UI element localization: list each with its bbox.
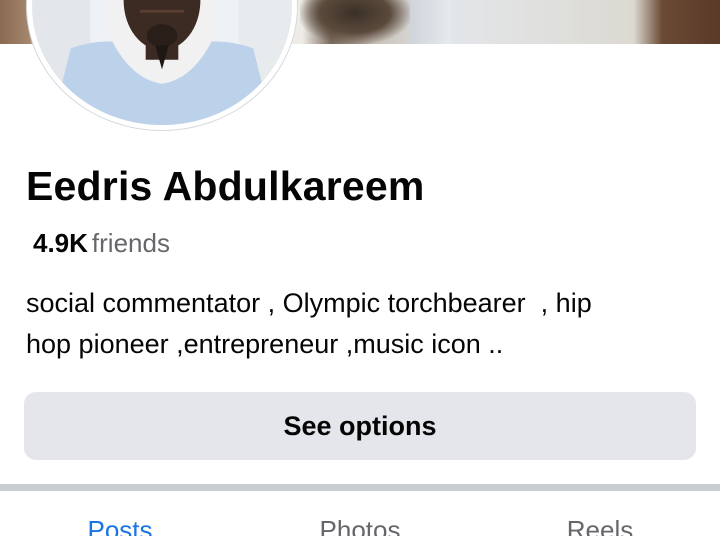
friends-count-value: 4.9K [33, 228, 88, 258]
profile-page: Eedris Abdulkareem 4.9K friends social co… [0, 0, 720, 536]
section-divider [0, 484, 720, 491]
bio-line: hop pioneer ,entrepreneur ,music icon .. [26, 329, 504, 359]
avatar-image [32, 0, 292, 125]
see-options-button[interactable]: See options [24, 392, 696, 460]
tab-reels[interactable]: Reels [480, 491, 720, 536]
cover-photo-detail [410, 0, 450, 44]
cover-photo-detail [300, 0, 410, 44]
tab-posts[interactable]: Posts [0, 491, 240, 536]
friends-count[interactable]: 4.9K friends [33, 228, 170, 259]
tab-photos[interactable]: Photos [240, 491, 480, 536]
tab-label: Photos [319, 515, 401, 536]
tab-label: Reels [566, 515, 634, 536]
profile-name: Eedris Abdulkareem [26, 163, 425, 209]
friends-count-label: friends [91, 228, 170, 258]
profile-bio: social commentator , Olympic torchbearer… [26, 283, 706, 365]
tab-label: Posts [87, 515, 153, 536]
profile-avatar[interactable] [27, 0, 297, 130]
profile-tabs: Posts Photos Reels [0, 491, 720, 536]
bio-line: social commentator , Olympic torchbearer… [26, 288, 592, 318]
